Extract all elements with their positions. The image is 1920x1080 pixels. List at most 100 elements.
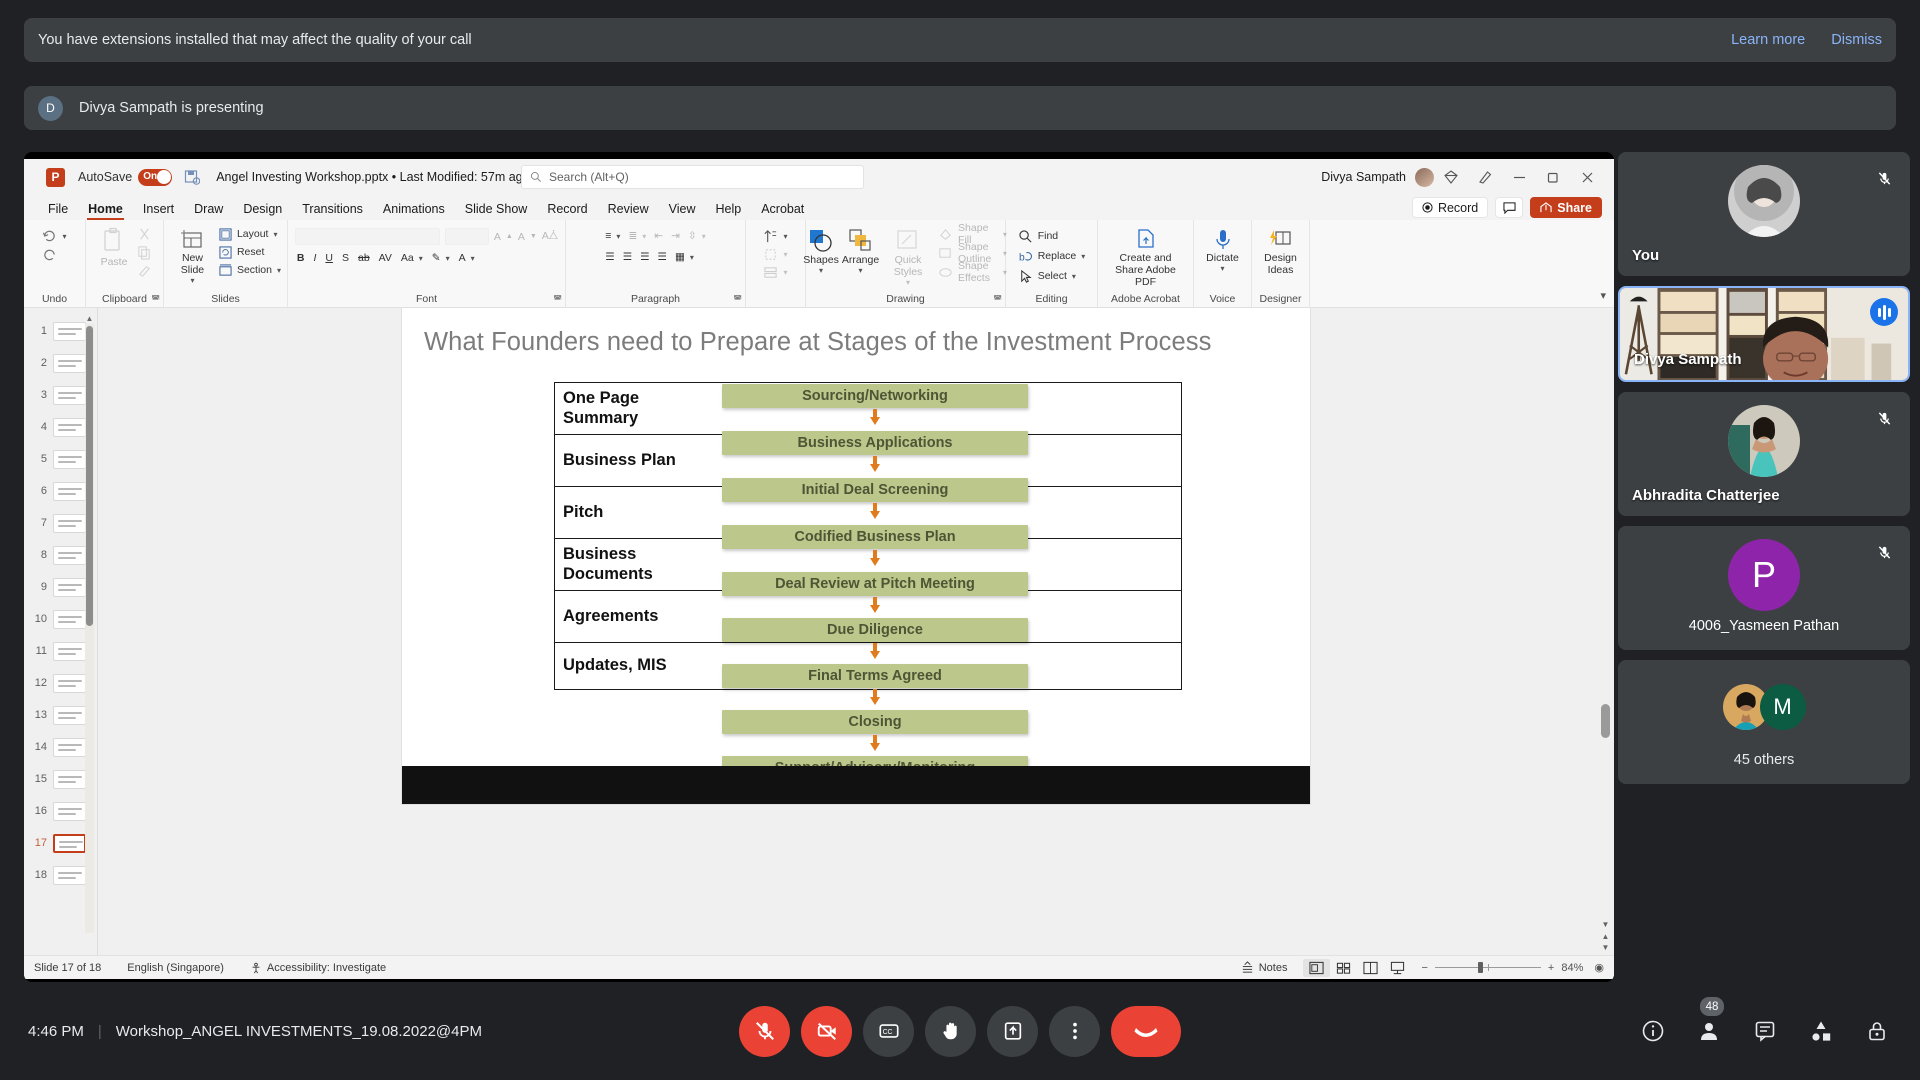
tab-transitions[interactable]: Transitions <box>292 202 373 220</box>
tab-draw[interactable]: Draw <box>184 202 233 220</box>
view-normal-button[interactable] <box>1303 958 1331 977</box>
section-button[interactable]: Section ▾ <box>219 262 281 278</box>
convert-to-smartart-button[interactable]: ▾ <box>763 264 788 280</box>
notes-button[interactable]: Notes <box>1241 961 1287 974</box>
clear-formatting-button[interactable]: A⧊ <box>542 229 558 245</box>
save-icon[interactable] <box>184 169 201 185</box>
captions-button[interactable]: CC <box>863 1005 914 1057</box>
share-button[interactable]: Share <box>1530 197 1602 218</box>
replace-chevron-down-icon[interactable]: ▾ <box>1081 252 1085 261</box>
tab-review[interactable]: Review <box>598 202 659 220</box>
font-dialog-launcher[interactable]: ◚ <box>553 294 562 305</box>
change-case-button[interactable]: Aa ▾ <box>401 250 423 266</box>
slide-thumbnail-preview[interactable] <box>53 673 86 693</box>
italic-button[interactable]: I <box>313 250 316 266</box>
slide-thumbnail-preview[interactable] <box>53 801 86 821</box>
tab-slide-show[interactable]: Slide Show <box>455 202 538 220</box>
slide-count[interactable]: Slide 17 of 18 <box>34 962 101 974</box>
slide-scroll-thumb[interactable] <box>1601 704 1610 738</box>
leave-call-button[interactable] <box>1111 1005 1181 1057</box>
replace-button[interactable]: b Replace ▾ <box>1018 248 1086 264</box>
language-status[interactable]: English (Singapore) <box>127 962 224 974</box>
tab-view[interactable]: View <box>659 202 706 220</box>
reset-button[interactable]: Reset <box>219 244 281 260</box>
justify-button[interactable]: ☰ <box>658 249 667 265</box>
slide-diagram-rows[interactable]: One Page Summary Business Plan Pitch Busine… <box>554 382 1182 690</box>
undo-chevron-down-icon[interactable]: ▾ <box>62 232 66 241</box>
view-slideshow-button[interactable] <box>1384 959 1411 977</box>
cut-button[interactable] <box>137 226 152 242</box>
activities-button[interactable] <box>1806 1016 1836 1046</box>
zoom-slider[interactable]: − + 84% ◉ <box>1421 961 1604 975</box>
slide-thumbnail-preview[interactable] <box>53 705 86 725</box>
tab-record[interactable]: Record <box>537 202 597 220</box>
arrange-button[interactable]: Arrange ▾ <box>842 224 879 279</box>
learn-more-link[interactable]: Learn more <box>1731 32 1805 48</box>
participant-tile-you[interactable]: You <box>1618 152 1910 276</box>
slide-thumbnail-preview[interactable] <box>53 385 86 405</box>
collapse-ribbon-chevron-down-icon[interactable]: ▾ <box>1600 289 1606 302</box>
redo-button[interactable] <box>42 247 57 263</box>
line-spacing-button[interactable]: ⇳ ▾ <box>688 228 706 244</box>
record-button[interactable]: Record <box>1411 197 1489 218</box>
diamond-icon[interactable] <box>1434 159 1468 195</box>
align-right-button[interactable]: ☰ <box>640 249 649 265</box>
new-slide-chevron-down-icon[interactable]: ▾ <box>190 276 194 286</box>
close-button[interactable] <box>1570 159 1604 195</box>
powerpoint-search-input[interactable]: Search (Alt+Q) <box>521 165 864 189</box>
restore-button[interactable] <box>1536 159 1570 195</box>
arrange-chevron-down-icon[interactable]: ▾ <box>859 266 863 276</box>
tab-animations[interactable]: Animations <box>373 202 455 220</box>
slide-thumbnail-preview[interactable] <box>53 769 86 789</box>
view-reading-button[interactable] <box>1357 959 1384 977</box>
clipboard-dialog-launcher[interactable]: ◚ <box>151 294 160 305</box>
participant-tile-abhradita-chatterjee[interactable]: Abhradita Chatterjee <box>1618 392 1910 516</box>
strikethrough-button[interactable]: ab <box>358 250 370 266</box>
character-spacing-button[interactable]: AV <box>379 250 392 266</box>
participant-tile-others[interactable]: M 45 others <box>1618 660 1910 784</box>
slide-thumbnail-preview[interactable] <box>53 545 86 565</box>
chat-button[interactable] <box>1750 1016 1780 1046</box>
shape-effects-button[interactable]: Shape Effects ▾ <box>938 260 1007 284</box>
office-user-avatar[interactable] <box>1415 167 1434 187</box>
host-controls-button[interactable] <box>1862 1016 1892 1046</box>
increase-indent-button[interactable]: ⇥ <box>671 228 680 244</box>
shape-outline-button[interactable]: Shape Outline ▾ <box>938 241 1007 265</box>
tab-design[interactable]: Design <box>233 202 292 220</box>
slide-thumbnail-preview[interactable] <box>53 577 86 597</box>
presentation-stage[interactable]: P AutoSave On Angel Investing Workshop.p… <box>24 152 1614 982</box>
bullets-button[interactable]: ≡ ▾ <box>605 228 620 244</box>
slide-vertical-scrollbar[interactable]: ▼ ▲ ▼ <box>1600 308 1611 955</box>
new-slide-button[interactable]: New Slide ▾ <box>170 224 215 288</box>
tab-file[interactable]: File <box>38 202 78 220</box>
accessibility-status[interactable]: Accessibility: Investigate <box>250 962 386 974</box>
zoom-knob[interactable] <box>1477 961 1483 973</box>
slide-thumbnail-preview[interactable] <box>53 321 86 341</box>
paragraph-dialog-launcher[interactable]: ◚ <box>733 294 742 305</box>
drawing-dialog-launcher[interactable]: ◚ <box>993 294 1002 305</box>
next-slide-button[interactable]: ▼ <box>1601 943 1610 952</box>
ink-pen-icon[interactable] <box>1468 159 1502 195</box>
tab-help[interactable]: Help <box>705 202 751 220</box>
text-highlight-color-button[interactable]: ✎ ▾ <box>432 250 450 266</box>
autosave-toggle[interactable]: On <box>138 168 173 186</box>
thumbnail-scrollbar[interactable]: ▲ <box>85 314 94 933</box>
font-family-input[interactable] <box>294 228 440 245</box>
decrease-font-size-button[interactable]: A ▼ <box>518 229 537 245</box>
design-ideas-button[interactable]: Design Ideas <box>1258 224 1303 280</box>
section-chevron-down-icon[interactable]: ▾ <box>277 266 281 275</box>
participant-tile-yasmeen-pathan[interactable]: P 4006_Yasmeen Pathan <box>1618 526 1910 650</box>
slide-thumbnail-preview[interactable] <box>53 609 86 629</box>
dictate-chevron-down-icon[interactable]: ▾ <box>1220 264 1224 274</box>
document-title[interactable]: Angel Investing Workshop.pptx • Last Mod… <box>216 170 529 184</box>
slide-thumbnail-preview[interactable] <box>53 481 86 501</box>
slide-scroll-down-icon[interactable]: ▼ <box>1601 920 1610 929</box>
meeting-details-button[interactable] <box>1638 1016 1668 1046</box>
slide-thumbnail-preview[interactable] <box>53 737 86 757</box>
increase-font-size-button[interactable]: A ▲ <box>494 229 513 245</box>
slide-thumbnail-preview[interactable] <box>53 833 86 853</box>
minimize-button[interactable] <box>1502 159 1536 195</box>
paste-button[interactable]: Paste <box>97 224 132 272</box>
dictate-button[interactable]: Dictate ▾ <box>1202 224 1243 277</box>
shapes-button[interactable]: Shapes ▾ <box>803 224 839 279</box>
